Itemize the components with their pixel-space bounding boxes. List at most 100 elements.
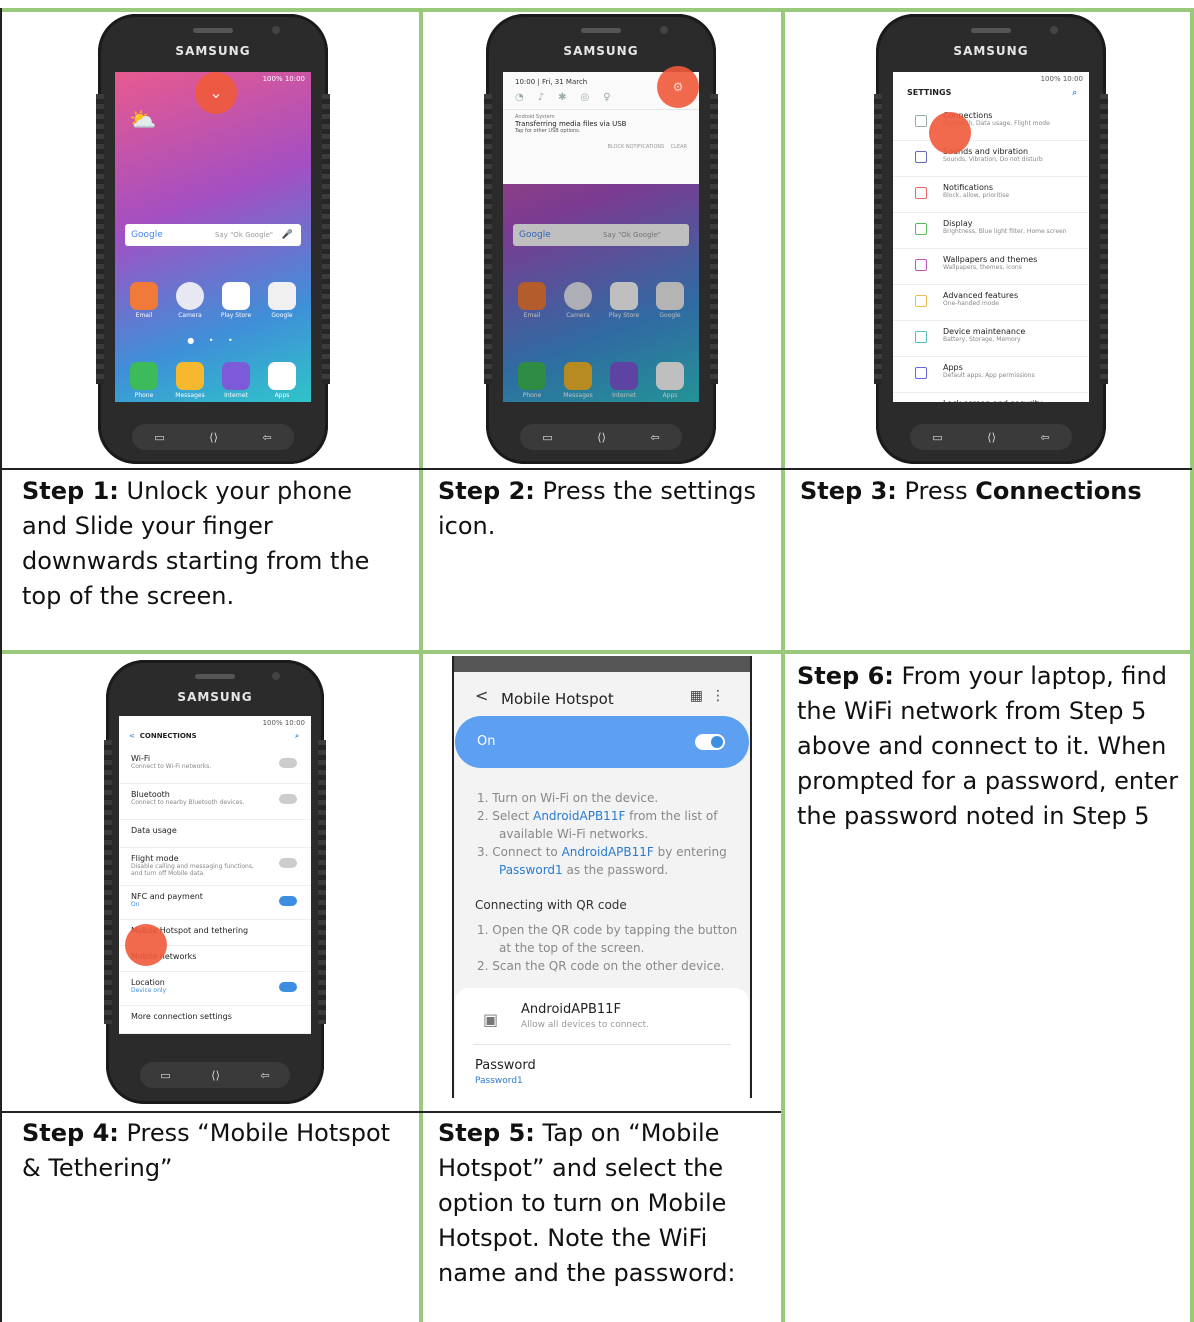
app-phone[interactable]: Phone: [124, 362, 164, 399]
back-icon[interactable]: ⇦: [260, 1069, 269, 1082]
camera: [660, 26, 668, 34]
qr-code-icon[interactable]: ▦: [690, 688, 703, 704]
connections-item[interactable]: Wi-Fi Connect to Wi-Fi networks.: [119, 748, 311, 784]
app-google[interactable]: Google: [262, 282, 302, 319]
toggle-switch[interactable]: [279, 758, 297, 768]
home-key[interactable]: ⟨⟩: [597, 431, 606, 444]
phone-icon: [518, 362, 546, 390]
block-notifications-button[interactable]: BLOCK NOTIFICATIONS: [608, 144, 665, 150]
connections-item-subtitle: On: [131, 901, 140, 908]
toggle-switch[interactable]: [279, 982, 297, 992]
hotspot-screenshot-right-edge: [750, 656, 752, 1098]
card-divider: [473, 1044, 731, 1045]
settings-item-title: Sounds and vibration: [943, 147, 1029, 156]
search-icon[interactable]: ⌕: [295, 732, 299, 741]
back-icon[interactable]: ⇦: [650, 431, 659, 444]
search-icon[interactable]: ⌕: [1073, 88, 1077, 98]
hotspot-topbar: [453, 656, 751, 672]
grid-col2-line: [781, 8, 785, 1322]
connections-item[interactable]: Data usage: [119, 820, 311, 848]
settings-gear-tap[interactable]: ⚙: [657, 66, 699, 108]
app-label: Email: [523, 312, 541, 319]
connections-item[interactable]: NFC and payment On: [119, 886, 311, 920]
settings-item-title: Device maintenance: [943, 327, 1026, 336]
back-arrow-icon[interactable]: <: [129, 732, 135, 740]
settings-item[interactable]: Display Brightness, Blue light filter, Ho…: [893, 213, 1089, 249]
settings-item-title: Wallpapers and themes: [943, 255, 1038, 264]
hotspot-toggle-bar[interactable]: On: [455, 716, 749, 768]
app-play-store[interactable]: Play Store: [216, 282, 256, 319]
password-value: Password1: [475, 1076, 523, 1086]
back-icon[interactable]: ⇦: [1040, 431, 1049, 444]
phone-grip: [484, 94, 492, 384]
switch-knob: [711, 736, 723, 748]
password-label: Password: [475, 1058, 536, 1073]
row1-image-divider: [2, 468, 1192, 470]
connections-item-title: Flight mode: [131, 854, 179, 863]
settings-item[interactable]: Sounds and vibration Sounds, Vibration, D…: [893, 141, 1089, 177]
app-row-1: Email Camera Play Store Google: [509, 282, 693, 319]
connections-item[interactable]: More connection settings: [119, 1006, 311, 1034]
home-key[interactable]: ⟨⟩: [211, 1069, 220, 1082]
home-key[interactable]: ⟨⟩: [987, 431, 996, 444]
messages-icon: [176, 362, 204, 390]
toggle-switch[interactable]: [279, 794, 297, 804]
instruction-3b: Password1 as the password.: [499, 863, 669, 877]
recent-apps-icon[interactable]: ▭: [160, 1069, 170, 1082]
internet-icon: [610, 362, 638, 390]
connections-item-subtitle: Device only: [131, 987, 167, 994]
step5-caption: Step 5: Tap on “Mobile Hotspot” and sele…: [438, 1119, 736, 1287]
qr-step-2: 2. Scan the QR code on the other device.: [477, 959, 725, 973]
hotspot-screenshot-left-edge: [452, 656, 454, 1098]
app-messages: Messages: [558, 362, 598, 399]
back-icon[interactable]: ⇦: [262, 431, 271, 444]
google-search-bar[interactable]: Google Say "Ok Google" 🎤: [125, 224, 301, 246]
settings-item-icon: [915, 187, 927, 199]
back-arrow-icon[interactable]: <: [475, 686, 488, 705]
home-key[interactable]: ⟨⟩: [209, 431, 218, 444]
step1-caption: Step 1: Unlock your phone and Slide your…: [22, 477, 370, 610]
toggle-switch[interactable]: [279, 896, 297, 906]
camera: [272, 26, 280, 34]
network-icon: ▣: [483, 1010, 499, 1029]
email-icon: [130, 282, 158, 310]
settings-item[interactable]: Device maintenance Battery, Storage, Memo…: [893, 321, 1089, 357]
clear-button[interactable]: CLEAR: [671, 144, 687, 150]
connections-item[interactable]: Location Device only: [119, 972, 311, 1006]
toggle-switch[interactable]: [279, 858, 297, 868]
settings-item-subtitle: Brightness, Blue light filter, Home scre…: [943, 228, 1067, 235]
more-options-icon[interactable]: ⋮: [711, 688, 725, 704]
connections-tap[interactable]: [929, 112, 971, 154]
notification-card[interactable]: Android System Transferring media files …: [503, 109, 699, 154]
settings-item[interactable]: Advanced features One-handed mode: [893, 285, 1089, 321]
app-messages[interactable]: Messages: [170, 362, 210, 399]
say-ok-google: Say "Ok Google": [214, 231, 273, 239]
app-email[interactable]: Email: [124, 282, 164, 319]
connections-item[interactable]: Bluetooth Connect to nearby Bluetooth dev…: [119, 784, 311, 820]
app-label: Internet: [224, 392, 248, 399]
email-icon: [518, 282, 546, 310]
hotspot-screenshot: < Mobile Hotspot ▦ ⋮ On 1. Turn on Wi-Fi…: [453, 656, 751, 1098]
internet-icon: [222, 362, 250, 390]
step6-caption: Step 6: From your laptop, find the WiFi …: [797, 662, 1179, 830]
recent-apps-icon[interactable]: ▭: [542, 431, 552, 444]
connections-item[interactable]: Flight mode Disable calling and messaging…: [119, 848, 311, 886]
recent-apps-icon[interactable]: ▭: [154, 431, 164, 444]
app-apps[interactable]: Apps: [262, 362, 302, 399]
step4-caption: Step 4: Press “Mobile Hotspot & Tetherin…: [22, 1119, 391, 1182]
phone-step4: SAMSUNG 100% 10:00 < CONNECTIONS ⌕ Wi-Fi…: [104, 660, 326, 1104]
app-internet[interactable]: Internet: [216, 362, 256, 399]
mic-icon[interactable]: 🎤: [282, 224, 293, 246]
settings-item[interactable]: Lock screen and security: [893, 393, 1089, 402]
app-label: Camera: [178, 312, 202, 319]
settings-item[interactable]: Apps Default apps, App permissions: [893, 357, 1089, 393]
settings-item[interactable]: Connections Bluetooth, Data usage, Flight…: [893, 105, 1089, 141]
app-label: Play Store: [608, 312, 640, 319]
qr-instructions: 1. Open the QR code by tapping the butto…: [477, 921, 747, 975]
recent-apps-icon[interactable]: ▭: [932, 431, 942, 444]
settings-item[interactable]: Notifications Block, allow, prioritise: [893, 177, 1089, 213]
app-camera[interactable]: Camera: [170, 282, 210, 319]
phone-brand: SAMSUNG: [175, 44, 251, 58]
settings-item[interactable]: Wallpapers and themes Wallpapers, themes,…: [893, 249, 1089, 285]
hotspot-tap[interactable]: [125, 924, 167, 966]
